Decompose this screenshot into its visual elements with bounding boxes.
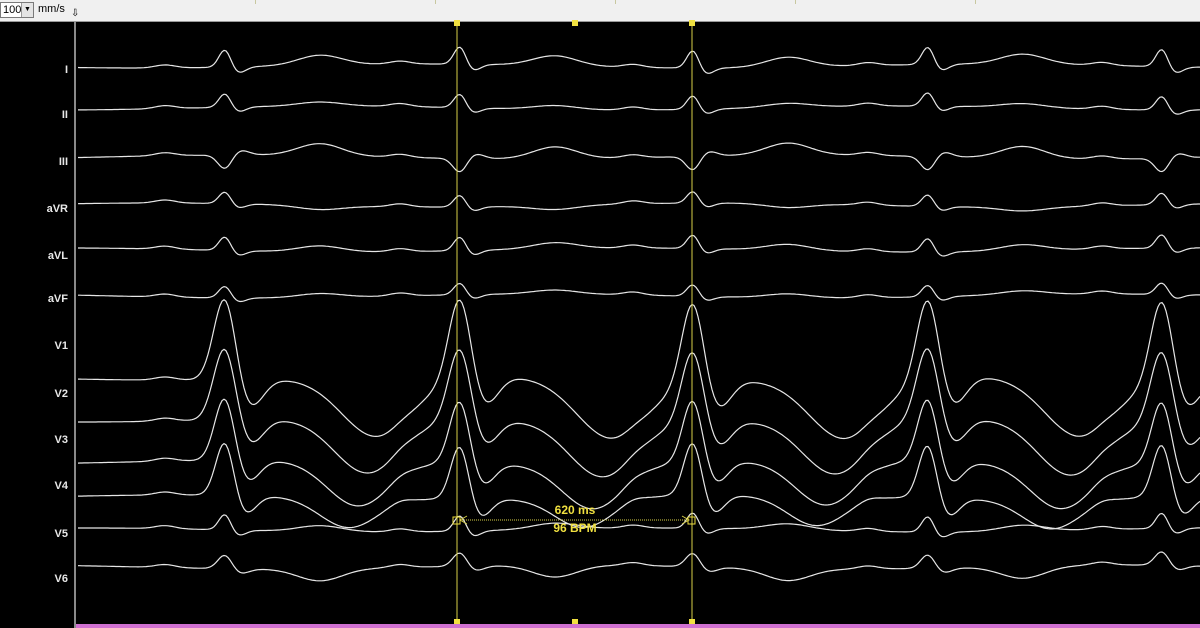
- ecg-trace-v5: [78, 512, 1200, 538]
- ecg-trace-avf: [78, 282, 1200, 303]
- ecg-trace-i: [77, 46, 1200, 74]
- bottom-scroll-strip[interactable]: [76, 624, 1200, 628]
- ecg-trace-v3: [77, 398, 1200, 510]
- ecg-trace-v1: [78, 299, 1200, 440]
- ecg-trace-v2: [78, 348, 1200, 478]
- caliper-handle-top-right[interactable]: [689, 20, 695, 26]
- ecg-traces: [77, 46, 1200, 582]
- ecg-trace-ii: [78, 92, 1200, 115]
- ecg-trace-avl: [78, 234, 1200, 257]
- interval-label: 620 ms: [554, 503, 596, 517]
- ecg-trace-iii: [78, 142, 1200, 173]
- ecg-trace-avr: [77, 191, 1200, 212]
- caliper-handle-top-left[interactable]: [454, 20, 460, 26]
- ecg-trace-v4: [78, 442, 1200, 530]
- caliper-overlay[interactable]: [452, 20, 696, 628]
- ecg-trace-v6: [78, 551, 1200, 582]
- heart-rate-label: 96 BPM: [553, 521, 597, 535]
- caliper-handle-top-center[interactable]: [572, 20, 578, 26]
